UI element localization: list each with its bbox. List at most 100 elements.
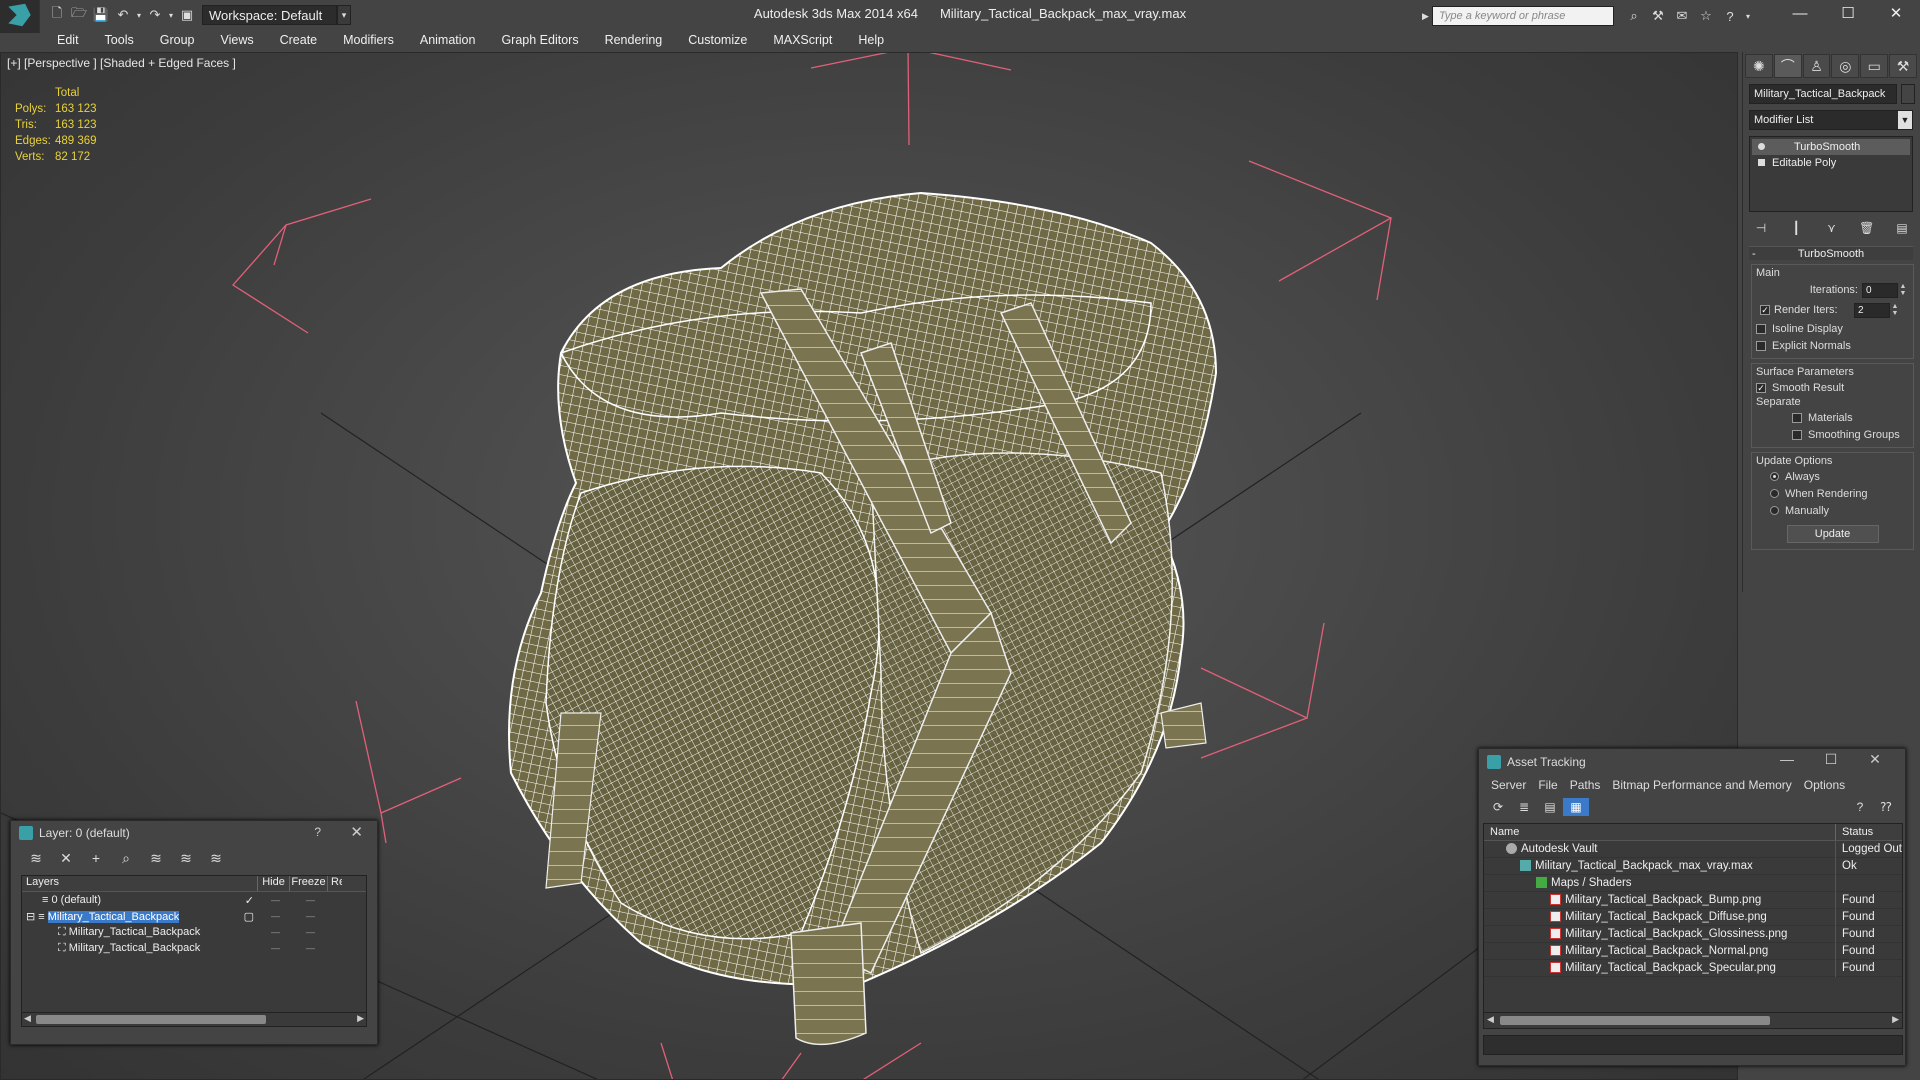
minimize-icon[interactable]: — (1765, 751, 1809, 768)
layer-horizontal-scrollbar[interactable]: ◀ ▶ (22, 1012, 366, 1026)
collapse-icon[interactable]: ⊟ (26, 911, 38, 923)
freeze-all-icon[interactable]: ≋ (201, 849, 231, 867)
menu-server[interactable]: Server (1485, 778, 1532, 792)
favorites-star-icon[interactable]: ☆ (1694, 6, 1718, 26)
redo-dropdown-icon[interactable]: ▾ (166, 4, 176, 26)
asset-row-max-file[interactable]: Military_Tactical_Backpack_max_vray.max O… (1484, 857, 1902, 875)
col-render[interactable]: Re (328, 876, 342, 891)
undo-dropdown-icon[interactable]: ▾ (134, 4, 144, 26)
maximize-icon[interactable]: ☐ (1824, 0, 1872, 26)
asset-row-maps[interactable]: Maps / Shaders (1484, 874, 1902, 892)
viewport-label[interactable]: [+] [Perspective ] [Shaded + Edged Faces… (7, 56, 236, 70)
menu-rendering[interactable]: Rendering (592, 33, 676, 47)
stack-item-turbosmooth[interactable]: TurboSmooth (1752, 139, 1910, 155)
render-iters-spinner[interactable]: ▲ ▼ (1890, 303, 1900, 318)
refresh-icon[interactable]: ⟳ (1485, 798, 1511, 816)
menu-group[interactable]: Group (147, 33, 208, 47)
add-to-layer-icon[interactable]: + (81, 849, 111, 867)
highlight-layer-icon[interactable]: ≋ (141, 849, 171, 867)
save-icon[interactable]: 💾 (90, 4, 112, 26)
menu-modifiers[interactable]: Modifiers (330, 33, 407, 47)
open-file-icon[interactable]: 🗁 (68, 4, 90, 26)
render-iters-input[interactable]: 2 (1854, 302, 1890, 318)
menu-create[interactable]: Create (267, 33, 331, 47)
project-folder-icon[interactable]: ▣ (176, 4, 198, 26)
always-radio[interactable]: Always (1756, 468, 1909, 485)
close-icon[interactable]: ✕ (1872, 0, 1920, 26)
layer-row-default[interactable]: ≡ 0 (default) ✓ — — (22, 892, 366, 908)
configure-sets-icon[interactable]: ▤ (1892, 220, 1912, 236)
layer-object-row[interactable]: ⛶ Military_Tactical_Backpack — — (22, 924, 366, 940)
when-rendering-radio[interactable]: When Rendering (1756, 485, 1909, 502)
iterations-spinner[interactable]: ▲ ▼ (1898, 283, 1908, 298)
manually-radio[interactable]: Manually (1756, 502, 1909, 519)
undo-icon[interactable]: ↶ (112, 4, 134, 26)
menu-help[interactable]: Help (845, 33, 897, 47)
set-active-layer-icon[interactable]: ▢ (244, 910, 254, 923)
col-name[interactable]: Name (1484, 824, 1836, 840)
menu-paths[interactable]: Paths (1564, 778, 1607, 792)
menu-customize[interactable]: Customize (675, 33, 760, 47)
modify-tab-icon[interactable]: ⌒ (1773, 54, 1802, 78)
search-input[interactable]: Type a keyword or phrase (1432, 6, 1614, 26)
context-help-icon[interactable]: ⁇ (1873, 798, 1899, 816)
modifier-list-dropdown[interactable]: Modifier List ▼ (1749, 110, 1913, 130)
menu-edit[interactable]: Edit (44, 33, 92, 47)
layer-row-backpack[interactable]: ⊟ ≡ Military_Tactical_Backpack ▢ — — (22, 908, 366, 924)
update-button[interactable]: Update (1786, 525, 1879, 543)
smoothing-groups-checkbox[interactable]: Smoothing Groups (1756, 426, 1909, 443)
help-icon[interactable]: ? (1718, 6, 1742, 26)
col-freeze[interactable]: Freeze (290, 876, 328, 891)
hierarchy-tab-icon[interactable]: ♙ (1802, 54, 1831, 78)
help-dropdown-icon[interactable]: ▾ (1742, 6, 1754, 26)
new-file-icon[interactable]: 🗋 (46, 4, 68, 26)
make-unique-icon[interactable]: ⋎ (1822, 220, 1842, 236)
asset-row-png[interactable]: Military_Tactical_Backpack_Normal.png Fou… (1484, 942, 1902, 960)
col-layers[interactable]: Layers (22, 876, 258, 891)
object-color-swatch[interactable] (1901, 84, 1915, 104)
table-view-icon[interactable]: ▦ (1563, 798, 1589, 816)
create-layer-icon[interactable]: ≋ (21, 849, 51, 867)
redo-icon[interactable]: ↷ (144, 4, 166, 26)
subscription-icon[interactable]: ⚒ (1646, 6, 1670, 26)
turbosmooth-rollout-header[interactable]: - TurboSmooth (1749, 246, 1913, 260)
stack-item-editable-poly[interactable]: Editable Poly (1752, 155, 1910, 171)
asset-horizontal-scrollbar[interactable]: ◀ ▶ (1484, 1012, 1902, 1028)
asset-row-png[interactable]: Military_Tactical_Backpack_Bump.png Found (1484, 891, 1902, 909)
scroll-left-icon[interactable]: ◀ (1487, 1014, 1494, 1025)
object-name-field[interactable]: Military_Tactical_Backpack (1749, 84, 1897, 104)
expand-icon[interactable] (1758, 159, 1765, 166)
maximize-icon[interactable]: ☐ (1809, 751, 1853, 768)
close-icon[interactable]: ✕ (1853, 751, 1897, 768)
active-layer-check-icon[interactable]: ✓ (245, 894, 254, 907)
iterations-input[interactable]: 0 (1862, 282, 1898, 298)
help-icon[interactable]: ? (314, 825, 321, 839)
render-iters-checkbox[interactable]: ✓ (1760, 305, 1770, 315)
col-hide[interactable]: Hide (258, 876, 290, 891)
hide-all-icon[interactable]: ≋ (171, 849, 201, 867)
utilities-tab-icon[interactable]: ⚒ (1889, 54, 1917, 78)
remove-modifier-icon[interactable]: 🗑 (1857, 220, 1877, 236)
asset-path-field[interactable] (1483, 1035, 1903, 1055)
workspace-dropdown-arrow-icon[interactable]: ▾ (337, 5, 351, 25)
asset-row-png[interactable]: Military_Tactical_Backpack_Diffuse.png Fo… (1484, 908, 1902, 926)
scroll-right-icon[interactable]: ▶ (1892, 1014, 1899, 1025)
select-objects-icon[interactable]: ⌕ (111, 849, 141, 867)
list-view-icon[interactable]: ≣ (1511, 798, 1537, 816)
materials-checkbox[interactable]: Materials (1756, 409, 1909, 426)
menu-file[interactable]: File (1532, 778, 1563, 792)
smooth-result-checkbox[interactable]: ✓ Smooth Result (1756, 379, 1909, 396)
menu-options[interactable]: Options (1798, 778, 1851, 792)
create-tab-icon[interactable]: ✺ (1745, 54, 1773, 78)
workspace-dropdown[interactable]: Workspace: Default (202, 5, 337, 25)
help-icon[interactable]: ? (1847, 798, 1873, 816)
layer-dialog-title-bar[interactable]: Layer: 0 (default) ? ✕ (11, 821, 377, 845)
minimize-icon[interactable]: — (1776, 0, 1824, 26)
col-status[interactable]: Status (1836, 824, 1873, 840)
backpack-mesh[interactable] (508, 191, 1218, 1046)
app-logo-button[interactable] (0, 0, 40, 33)
tree-view-icon[interactable]: ▤ (1537, 798, 1563, 816)
explicit-normals-checkbox[interactable]: Explicit Normals (1756, 337, 1909, 354)
communication-icon[interactable]: ✉ (1670, 6, 1694, 26)
menu-tools[interactable]: Tools (92, 33, 147, 47)
